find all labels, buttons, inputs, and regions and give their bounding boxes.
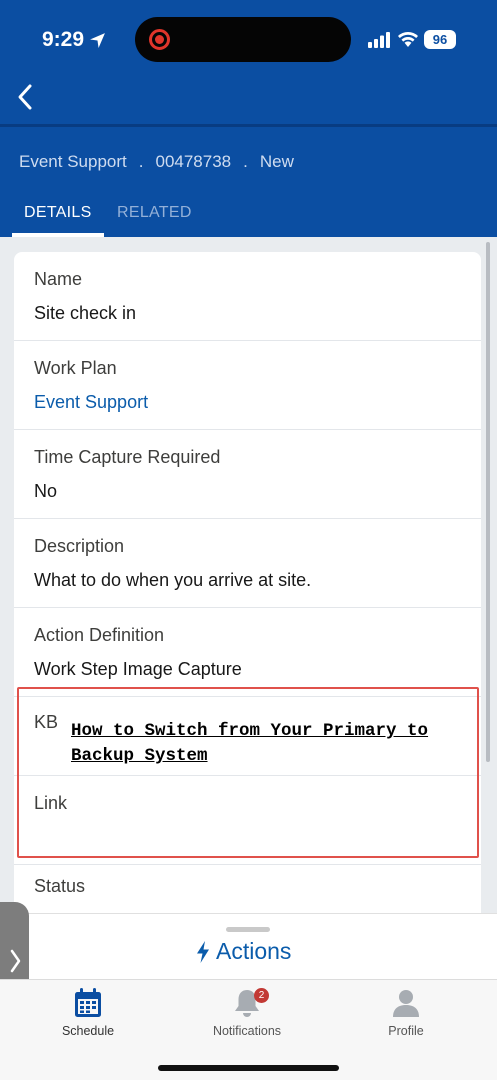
nav-label: Profile: [388, 1024, 424, 1038]
field-value: No: [34, 481, 58, 501]
work-plan-link[interactable]: Event Support: [34, 392, 148, 413]
tab-related[interactable]: RELATED: [117, 204, 192, 222]
field-label: Description: [34, 536, 125, 556]
breadcrumb-separator: .: [138, 152, 144, 171]
actions-bar: Actions: [0, 913, 497, 979]
field-label: Action Definition: [34, 625, 165, 645]
field-label: Status: [34, 876, 86, 896]
breadcrumb-object: Event Support: [19, 152, 127, 171]
header-divider: [0, 124, 497, 127]
time-text: 9:29: [42, 28, 85, 51]
location-arrow-icon: [90, 32, 105, 48]
highlight-box: [17, 687, 479, 858]
field-value: What to do when you arrive at site.: [34, 570, 312, 590]
actions-label: Actions: [216, 938, 292, 964]
back-button[interactable]: [8, 80, 42, 114]
wifi-icon: [398, 32, 418, 47]
nav-label: Schedule: [61, 1024, 115, 1038]
chevron-left-icon: [18, 84, 32, 110]
scrollbar[interactable]: [486, 242, 490, 762]
field-time-capture: Time Capture Required No: [14, 430, 481, 519]
breadcrumb-record-number: 00478738: [155, 152, 232, 171]
drawer-handle[interactable]: [226, 927, 270, 932]
cellular-signal-icon: [368, 32, 390, 48]
battery-indicator: 96: [424, 30, 456, 49]
notification-badge: 2: [254, 988, 269, 1003]
breadcrumb-status: New: [259, 152, 294, 171]
home-indicator: [158, 1065, 339, 1071]
tab-details[interactable]: DETAILS: [24, 204, 92, 222]
field-label: Work Plan: [34, 358, 117, 378]
actions-button[interactable]: Actions: [196, 938, 291, 965]
lightning-icon: [197, 940, 209, 963]
calendar-icon: [33, 984, 143, 1018]
person-icon: [351, 984, 461, 1018]
recording-icon: [149, 29, 170, 50]
app-header: 9:29 96 Event Support . 00478738 . New D…: [0, 0, 497, 237]
nav-schedule[interactable]: Schedule: [33, 984, 143, 1038]
status-time: 9:29: [42, 28, 106, 52]
active-tab-indicator: [12, 233, 104, 237]
nav-notifications[interactable]: 2 Notifications: [192, 984, 302, 1038]
bell-icon: 2: [192, 984, 302, 1018]
dynamic-island: [135, 17, 351, 62]
tab-bar: DETAILS RELATED: [0, 198, 497, 237]
breadcrumb: Event Support . 00478738 . New: [19, 152, 294, 172]
field-work-plan: Work Plan Event Support: [14, 341, 481, 430]
field-action-definition: Action Definition Work Step Image Captur…: [14, 608, 481, 697]
field-name: Name Site check in: [14, 252, 481, 341]
field-label: Name: [34, 269, 83, 289]
field-label: Time Capture Required: [34, 447, 221, 467]
chevron-right-icon: [10, 949, 20, 973]
breadcrumb-separator: .: [243, 152, 248, 171]
nav-label: Notifications: [212, 1024, 282, 1038]
nav-profile[interactable]: Profile: [351, 984, 461, 1038]
field-description: Description What to do when you arrive a…: [14, 519, 481, 608]
field-value: Site check in: [34, 303, 137, 323]
field-value: Work Step Image Capture: [34, 659, 242, 679]
status-bar: 9:29 96: [0, 0, 497, 80]
